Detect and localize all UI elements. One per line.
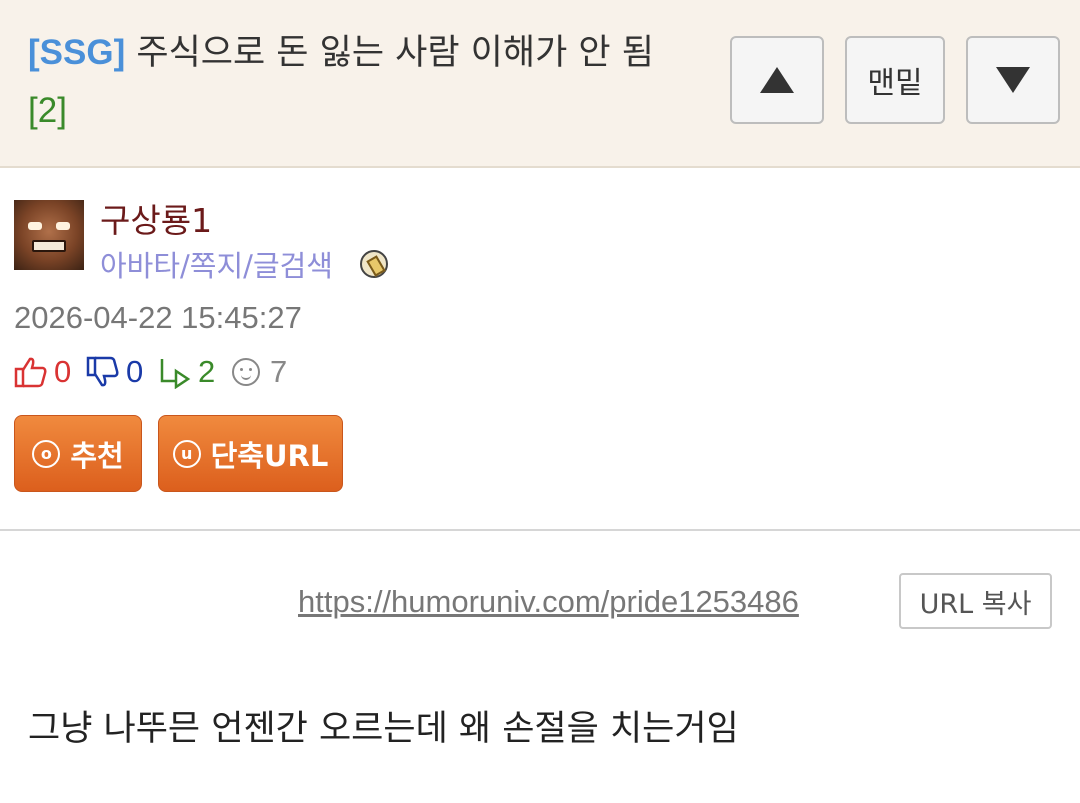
reply-stat: 2 bbox=[158, 350, 215, 394]
view-stat: 7 bbox=[232, 350, 287, 394]
reply-count: 2 bbox=[198, 354, 216, 389]
recommend-label: 추천 bbox=[70, 438, 124, 473]
post-date: 2026-04-22 15:45:27 bbox=[14, 300, 302, 335]
scroll-down-button[interactable] bbox=[966, 36, 1060, 124]
thumbs-down-icon bbox=[86, 356, 119, 387]
avatar-eye bbox=[56, 222, 70, 230]
author-name[interactable]: 구상룡1 bbox=[100, 194, 212, 242]
short-url-button[interactable]: u 단축URL bbox=[158, 415, 343, 492]
like-count: 0 bbox=[54, 354, 72, 389]
scroll-badge-icon bbox=[360, 250, 388, 278]
circle-u-icon: u bbox=[172, 439, 201, 468]
post-title-text: 주식으로 돈 잃는 사람 이해가 안 됨 bbox=[136, 33, 654, 73]
url-copy-button[interactable]: URL 복사 bbox=[899, 573, 1052, 629]
author-links[interactable]: 아바타/쪽지/글검색 bbox=[100, 243, 333, 285]
reply-arrow-icon bbox=[160, 359, 191, 389]
post-header: [SSG] 주식으로 돈 잃는 사람 이해가 안 됨 [2] 맨밑 bbox=[0, 0, 1080, 168]
avatar[interactable] bbox=[14, 200, 84, 270]
post-body: 그냥 나뚜믄 언젠간 오르는데 왜 손절을 치는거임 bbox=[28, 709, 739, 749]
board-tag[interactable]: [SSG] bbox=[28, 33, 125, 72]
avatar-eye bbox=[28, 222, 42, 230]
scroll-up-button[interactable] bbox=[730, 36, 824, 124]
like-stat: 0 bbox=[14, 350, 71, 394]
triangle-up-icon bbox=[760, 67, 794, 93]
triangle-down-icon bbox=[996, 67, 1030, 93]
avatar-mouth bbox=[32, 240, 66, 252]
comment-count[interactable]: [2] bbox=[28, 91, 67, 130]
dislike-count: 0 bbox=[126, 354, 144, 389]
scroll-bottom-button[interactable]: 맨밑 bbox=[845, 36, 945, 124]
thumbs-up-icon bbox=[14, 357, 47, 388]
smiley-icon bbox=[232, 358, 260, 386]
post-url-link[interactable]: https://humoruniv.com/pride1253486 bbox=[298, 584, 799, 620]
divider bbox=[0, 529, 1080, 531]
post-title: [SSG] 주식으로 돈 잃는 사람 이해가 안 됨 [2] bbox=[28, 24, 688, 140]
circle-o-icon: o bbox=[32, 439, 61, 468]
short-url-label: 단축URL bbox=[210, 438, 329, 473]
view-count: 7 bbox=[270, 354, 288, 389]
dislike-stat: 0 bbox=[86, 350, 143, 394]
recommend-button[interactable]: o 추천 bbox=[14, 415, 142, 492]
